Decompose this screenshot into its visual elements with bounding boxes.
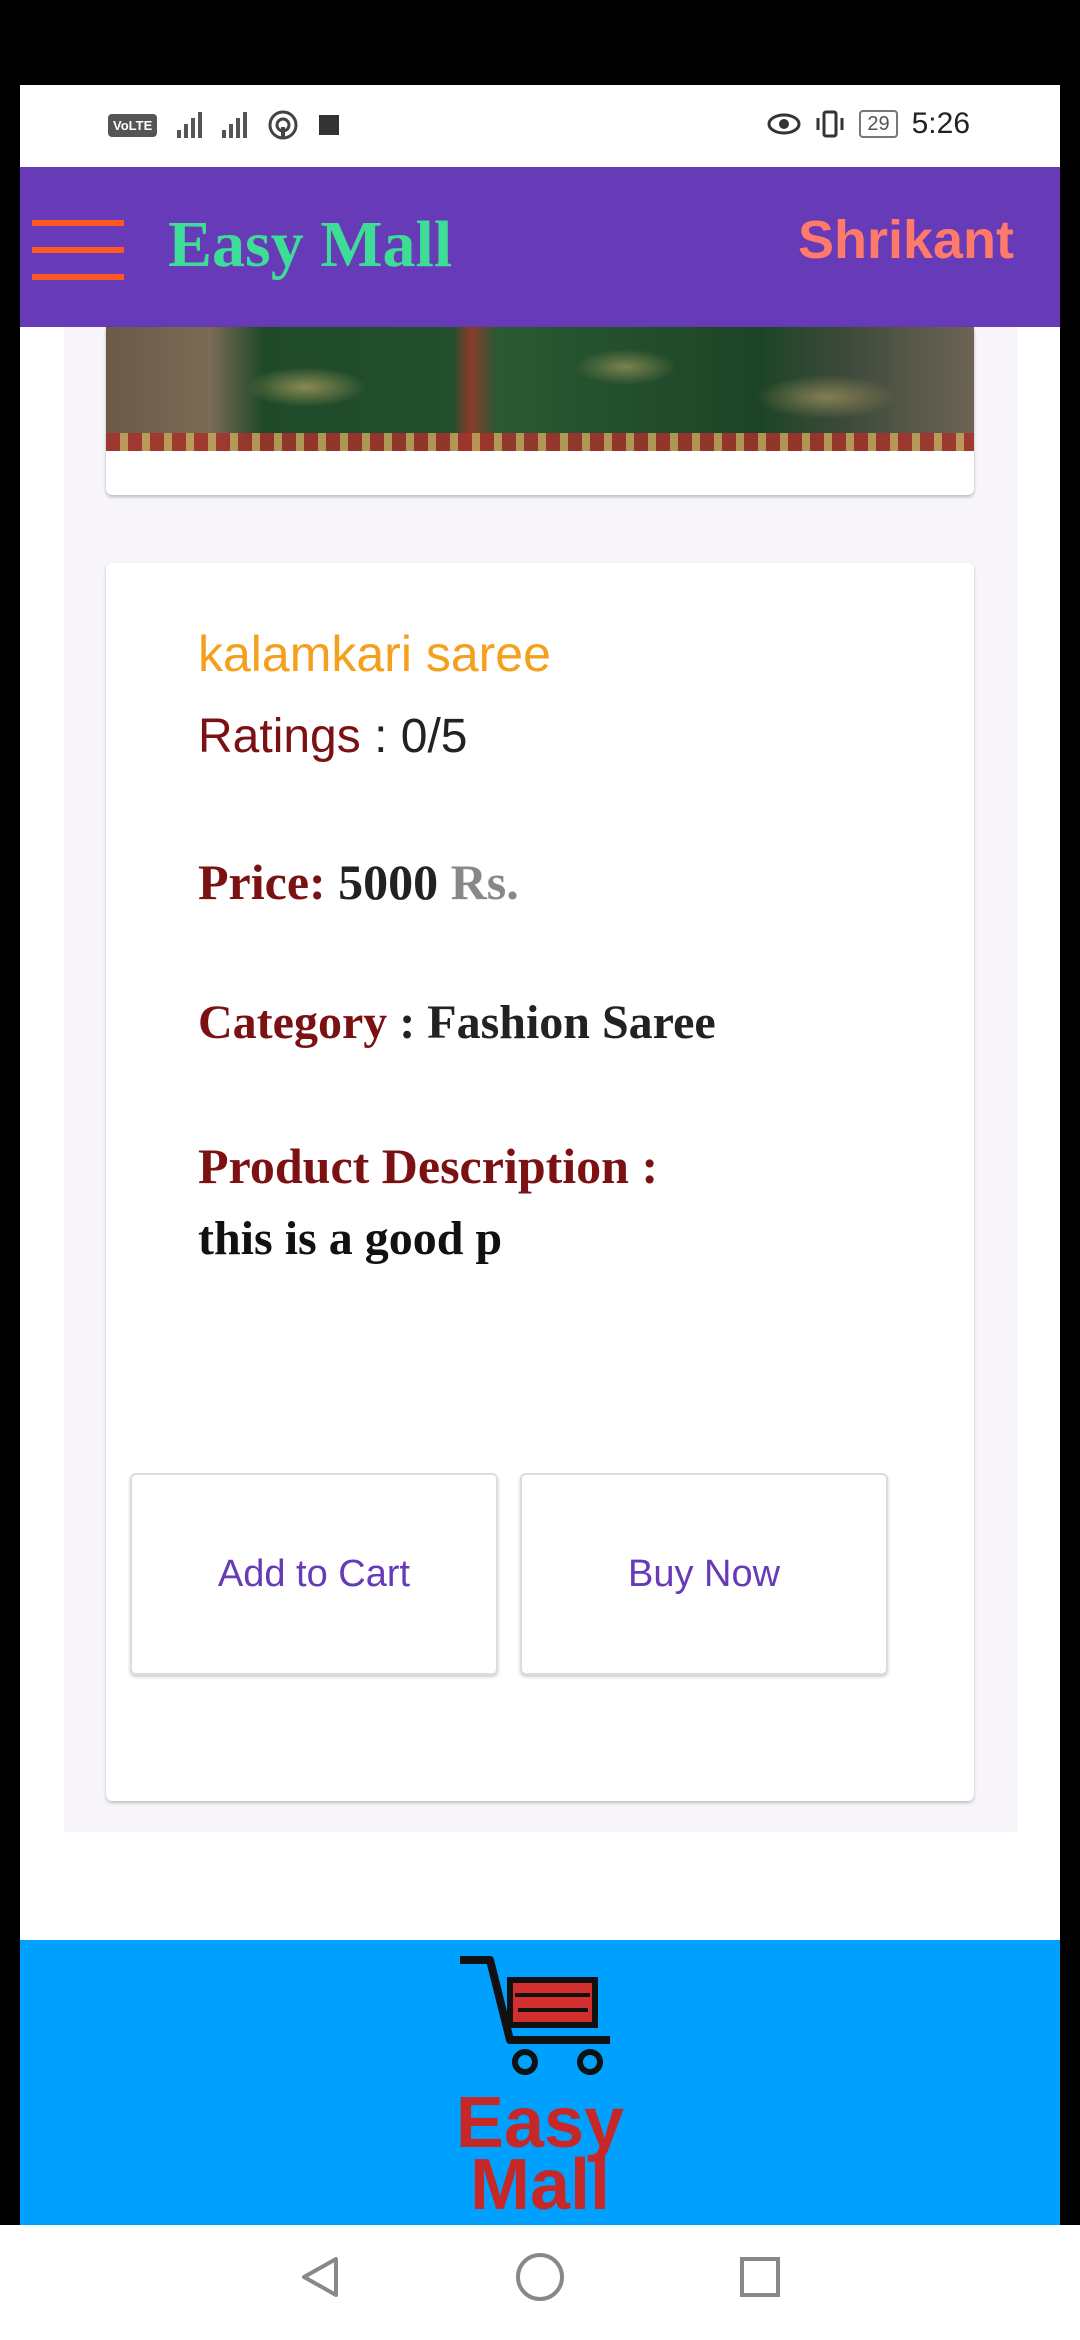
home-icon[interactable] <box>510 2247 570 2307</box>
recents-icon[interactable] <box>730 2247 790 2307</box>
back-icon[interactable] <box>290 2247 350 2307</box>
menu-icon[interactable] <box>32 220 124 280</box>
price-currency: Rs. <box>450 854 519 910</box>
eye-icon <box>767 113 801 135</box>
brand-title: Easy Mall <box>168 208 453 281</box>
battery-icon: 29 <box>859 110 898 138</box>
category: Category : Fashion Saree <box>198 995 716 1050</box>
description-label: Product Description : <box>198 1138 659 1194</box>
ratings-separator: : <box>360 710 401 763</box>
price: Price: 5000 Rs. <box>198 853 519 911</box>
status-bar: VoLTE 29 5:26 <box>20 85 1060 167</box>
app-header: Easy Mall Shrikant <box>20 167 1060 327</box>
saree-border <box>106 433 974 451</box>
description-text: this is a good p <box>198 1212 503 1265</box>
hotspot-icon <box>268 110 298 140</box>
product-detail-card: kalamkari saree Ratings : 0/5 Price: 500… <box>106 563 974 1801</box>
clock: 5:26 <box>911 107 970 140</box>
ratings-label: Ratings <box>198 710 361 763</box>
add-to-cart-button[interactable]: Add to Cart <box>130 1473 498 1675</box>
notification-square-icon <box>319 115 340 135</box>
footer: Easy Mall <box>20 1940 1060 2225</box>
product-image <box>106 327 974 451</box>
ratings: Ratings : 0/5 <box>198 709 468 764</box>
volte-icon: VoLTE <box>108 113 158 137</box>
vibrate-icon <box>816 110 844 138</box>
signal-icon <box>177 112 203 138</box>
ratings-value: 0/5 <box>400 710 468 763</box>
category-value: Fashion Saree <box>427 996 716 1049</box>
category-label: Category <box>198 996 388 1049</box>
buy-now-button[interactable]: Buy Now <box>520 1473 888 1675</box>
system-nav-bar <box>0 2225 1080 2340</box>
price-label: Price: <box>198 854 326 910</box>
product-name: kalamkari saree <box>198 626 551 682</box>
category-separator: : <box>387 996 428 1049</box>
footer-logo-line2: Mall <box>469 2145 611 2225</box>
user-name[interactable]: Shrikant <box>798 209 1014 271</box>
app-screen: VoLTE 29 5:26 Easy Mall Shrikant kalamka… <box>20 85 1060 2225</box>
cart-icon <box>460 1956 610 2075</box>
product-image-card <box>106 327 974 495</box>
footer-logo: Easy Mall <box>450 1950 630 2225</box>
signal-4g-icon <box>222 112 248 138</box>
price-value: 5000 <box>338 854 439 910</box>
